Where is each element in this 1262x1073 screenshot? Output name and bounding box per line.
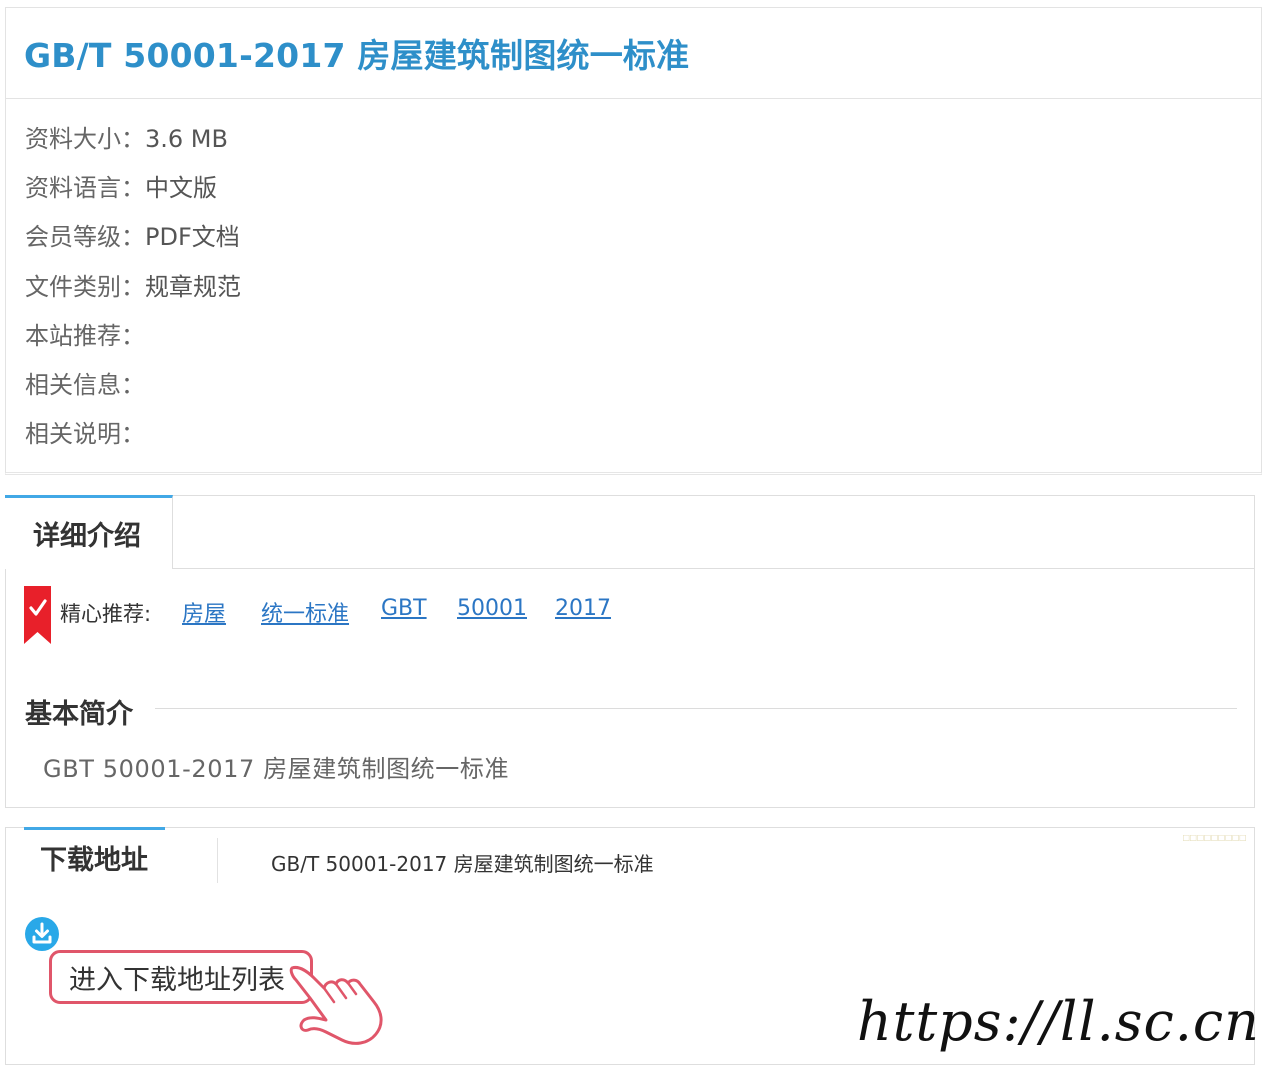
recommend-label: 精心推荐: [60, 602, 152, 626]
info-row-size: 资料大小：3.6 MB [25, 115, 1261, 164]
info-label: 文件类别： [25, 272, 145, 301]
decorative-dots: □□□□□□□□□ [1182, 833, 1246, 842]
tab-detail-intro[interactable]: 详细介绍 [5, 495, 173, 569]
info-row-member-level: 会员等级：PDF文档 [25, 213, 1261, 262]
tab-label: 下载地址 [40, 845, 148, 876]
info-value: 中文版 [145, 174, 217, 203]
info-value: PDF文档 [145, 223, 240, 252]
info-row-category: 文件类别：规章规范 [25, 263, 1261, 312]
intro-heading-row: 基本简介 [25, 692, 1237, 731]
tab-download[interactable]: 下载地址 [24, 827, 165, 885]
download-circle-icon [25, 917, 59, 951]
title-bar: GB/T 50001-2017 房屋建筑制图统一标准 [6, 8, 1261, 99]
info-list: 资料大小：3.6 MB 资料语言：中文版 会员等级：PDF文档 文件类别：规章规… [6, 99, 1261, 459]
intro-heading: 基本简介 [25, 692, 149, 731]
recommend-row: 精心推荐: 房屋 统一标准 GBT 50001 2017 [24, 586, 724, 646]
page-title: GB/T 50001-2017 房屋建筑制图统一标准 [24, 36, 690, 75]
tag-link[interactable]: 统一标准 [261, 596, 349, 628]
tab-label: 详细介绍 [33, 521, 141, 552]
info-label: 资料语言： [25, 174, 145, 203]
info-label: 相关信息： [25, 371, 145, 400]
info-value: 规章规范 [145, 272, 241, 301]
info-label: 会员等级： [25, 223, 145, 252]
info-row-language: 资料语言：中文版 [25, 164, 1261, 213]
info-label: 资料大小： [25, 125, 145, 153]
tag-link[interactable]: GBT [381, 596, 427, 621]
hand-pointer-icon [289, 966, 383, 1045]
watermark: https://ll.sc.cn [857, 990, 1260, 1053]
tag-link[interactable]: 房屋 [182, 596, 226, 628]
resource-info-panel: GB/T 50001-2017 房屋建筑制图统一标准 资料大小：3.6 MB 资… [5, 7, 1262, 475]
tag-link[interactable]: 50001 [457, 596, 527, 621]
tag-link[interactable]: 2017 [555, 596, 611, 621]
download-file-title: GB/T 50001-2017 房屋建筑制图统一标准 [271, 852, 654, 876]
info-value: 3.6 MB [145, 125, 228, 153]
enter-download-list-button[interactable]: 进入下载地址列表 [49, 950, 313, 1004]
info-label: 相关说明： [25, 420, 145, 449]
intro-text: GBT 50001-2017 房屋建筑制图统一标准 [43, 755, 510, 783]
bookmark-check-icon [24, 586, 51, 644]
info-label: 本站推荐： [25, 321, 145, 350]
info-row-recommend: 本站推荐： [25, 312, 1261, 361]
info-row-related-info: 相关信息： [25, 361, 1261, 410]
detail-panel: 详细介绍 精心推荐: 房屋 统一标准 GBT 50001 2017 基本简介 G… [5, 495, 1255, 808]
info-row-related-notes: 相关说明： [25, 410, 1261, 459]
divider [217, 838, 218, 883]
divider [155, 708, 1237, 709]
detail-tab-strip: 详细介绍 [5, 495, 1254, 569]
